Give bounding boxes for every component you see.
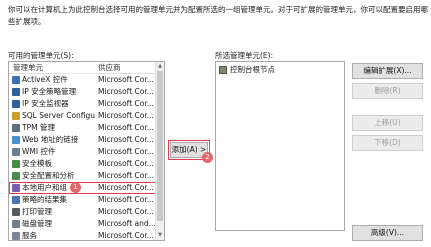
snapin-name: 本地用户和组 [22,183,67,192]
edit-extensions-button[interactable]: 编辑扩展(X)... [352,63,423,79]
snapin-row[interactable]: 磁盘管理 Microsoft and... [9,218,164,230]
snapin-name-cell: Web 地址的链接 [9,134,95,146]
snapin-name: SQL Server Configura... [22,111,95,120]
snapin-vendor: Microsoft Cor... [98,75,154,84]
step-badge-2: 2 [202,152,213,163]
snapin-row[interactable]: SQL Server Configura...Microsoft Cor... [9,110,164,122]
scroll-up-arrow-icon[interactable]: ▲ [156,62,164,71]
snapin-row[interactable]: 安全配置和分析 Microsoft Cor... [9,170,164,182]
snapin-row[interactable]: WMI 控件 Microsoft Cor... [9,146,164,158]
snapin-row[interactable]: 打印管理 Microsoft Cor... [9,206,164,218]
disk-icon [12,220,20,228]
advanced-button[interactable]: 高级(V)... [352,225,423,241]
snapin-name: 安全配置和分析 [22,171,75,180]
snapin-name: IP 安全监视器 [22,99,69,108]
wmi-icon [12,148,20,156]
snapin-name-cell: 本地用户和组 [9,182,95,194]
available-snapins-label: 可用的管理单元(S): [8,51,74,60]
snapin-row[interactable]: 安全模板 Microsoft Cor... [9,158,164,170]
services-icon [12,232,20,240]
snapin-vendor: Microsoft Cor... [98,183,154,192]
remove-button[interactable]: 删除(R) [352,83,423,99]
ip-policy-icon [12,88,20,96]
security-template-icon [12,160,20,168]
snapin-vendor: Microsoft Cor... [98,171,154,180]
rsop-icon [12,196,20,204]
snapin-name: ActiveX 控件 [22,75,68,84]
tree-item-console-root[interactable]: 控制台根节点 [216,62,344,77]
printer-icon [12,208,20,216]
move-down-button[interactable]: 下移(D) [352,135,423,151]
snapin-name: IP 安全策略管理 [22,87,77,96]
snapin-name-cell: IP 安全监视器 [9,98,95,110]
snapin-name-cell: IP 安全策略管理 [9,86,95,98]
snapin-vendor: Microsoft Cor... [98,135,154,144]
scroll-down-arrow-icon[interactable]: ▼ [156,231,164,240]
available-snapins-list[interactable]: 管理单元 供应商 ActiveX 控件 Microsoft Cor... IP 安全… [8,61,165,241]
snapin-name-cell: 打印管理 [9,206,95,218]
move-up-button[interactable]: 上移(U) [352,115,423,131]
list-scrollbar[interactable]: ▲ ▼ [155,62,164,240]
snapin-row[interactable]: 策略的结果集 Microsoft Cor... [9,194,164,206]
web-link-icon [12,136,20,144]
snapin-row[interactable]: TPM 管理 Microsoft Cor... [9,122,164,134]
snapin-vendor: Microsoft Cor... [98,207,154,216]
snapin-name: 安全模板 [22,159,52,168]
sql-icon [12,112,20,120]
selected-snapins-label: 所选管理单元(E): [215,51,274,60]
snapin-name-cell: 磁盘管理 [9,218,95,230]
snapin-vendor: Microsoft Cor... [98,111,154,120]
snapin-row[interactable]: 服务 Microsoft Cor... [9,230,164,240]
tpm-icon [12,124,20,132]
snapin-name: Web 地址的链接 [22,135,79,144]
snapin-name-cell: SQL Server Configura... [9,110,95,122]
ip-monitor-icon [12,100,20,108]
snapin-name-cell: 策略的结果集 [9,194,95,206]
step-badge-1: 1 [70,182,81,193]
snapin-vendor: Microsoft Cor... [98,87,154,96]
list-header: 管理单元 供应商 [9,62,164,74]
description-text: 你可以在计算机上为此控制台选择可用的管理单元并为配置所选的一组管理单元。对于可扩… [8,5,428,26]
snapin-vendor: Microsoft Cor... [98,231,154,240]
snapin-name-cell: ActiveX 控件 [9,74,95,86]
tree-item-label: 控制台根节点 [230,65,275,74]
scrollbar-thumb[interactable] [157,71,163,221]
users-groups-icon [12,184,20,192]
column-header-vendor[interactable]: 供应商 [95,62,164,73]
snapin-row[interactable]: 本地用户和组 Microsoft Cor... [9,182,164,194]
folder-icon [219,65,227,74]
activex-icon [12,76,20,84]
snapin-name: TPM 管理 [22,123,55,132]
snapin-name: 服务 [22,231,37,240]
snapin-vendor: Microsoft Cor... [98,195,154,204]
snapin-name: 打印管理 [22,207,52,216]
snapin-row[interactable]: IP 安全策略管理 Microsoft Cor... [9,86,164,98]
snapin-row[interactable]: ActiveX 控件 Microsoft Cor... [9,74,164,86]
snapin-rows: ActiveX 控件 Microsoft Cor... IP 安全策略管理 Micro… [9,74,164,240]
snapin-name-cell: WMI 控件 [9,146,95,158]
selected-snapins-list[interactable]: 控制台根节点 [215,61,345,231]
snapin-name: 磁盘管理 [22,219,52,228]
snapin-name-cell: 安全模板 [9,158,95,170]
snapin-vendor: Microsoft Cor... [98,99,154,108]
snapin-name: 策略的结果集 [22,195,67,204]
snapin-row[interactable]: IP 安全监视器 Microsoft Cor... [9,98,164,110]
snapin-name-cell: 服务 [9,230,95,240]
snapin-vendor: Microsoft and... [98,219,156,228]
column-header-snapin[interactable]: 管理单元 [9,62,95,73]
security-analysis-icon [12,172,20,180]
snapin-vendor: Microsoft Cor... [98,123,154,132]
snapin-vendor: Microsoft Cor... [98,147,154,156]
snapin-name-cell: TPM 管理 [9,122,95,134]
snapin-name-cell: 安全配置和分析 [9,170,95,182]
snapin-row[interactable]: Web 地址的链接 Microsoft Cor... [9,134,164,146]
snapin-name: WMI 控件 [22,147,56,156]
snapin-vendor: Microsoft Cor... [98,159,154,168]
